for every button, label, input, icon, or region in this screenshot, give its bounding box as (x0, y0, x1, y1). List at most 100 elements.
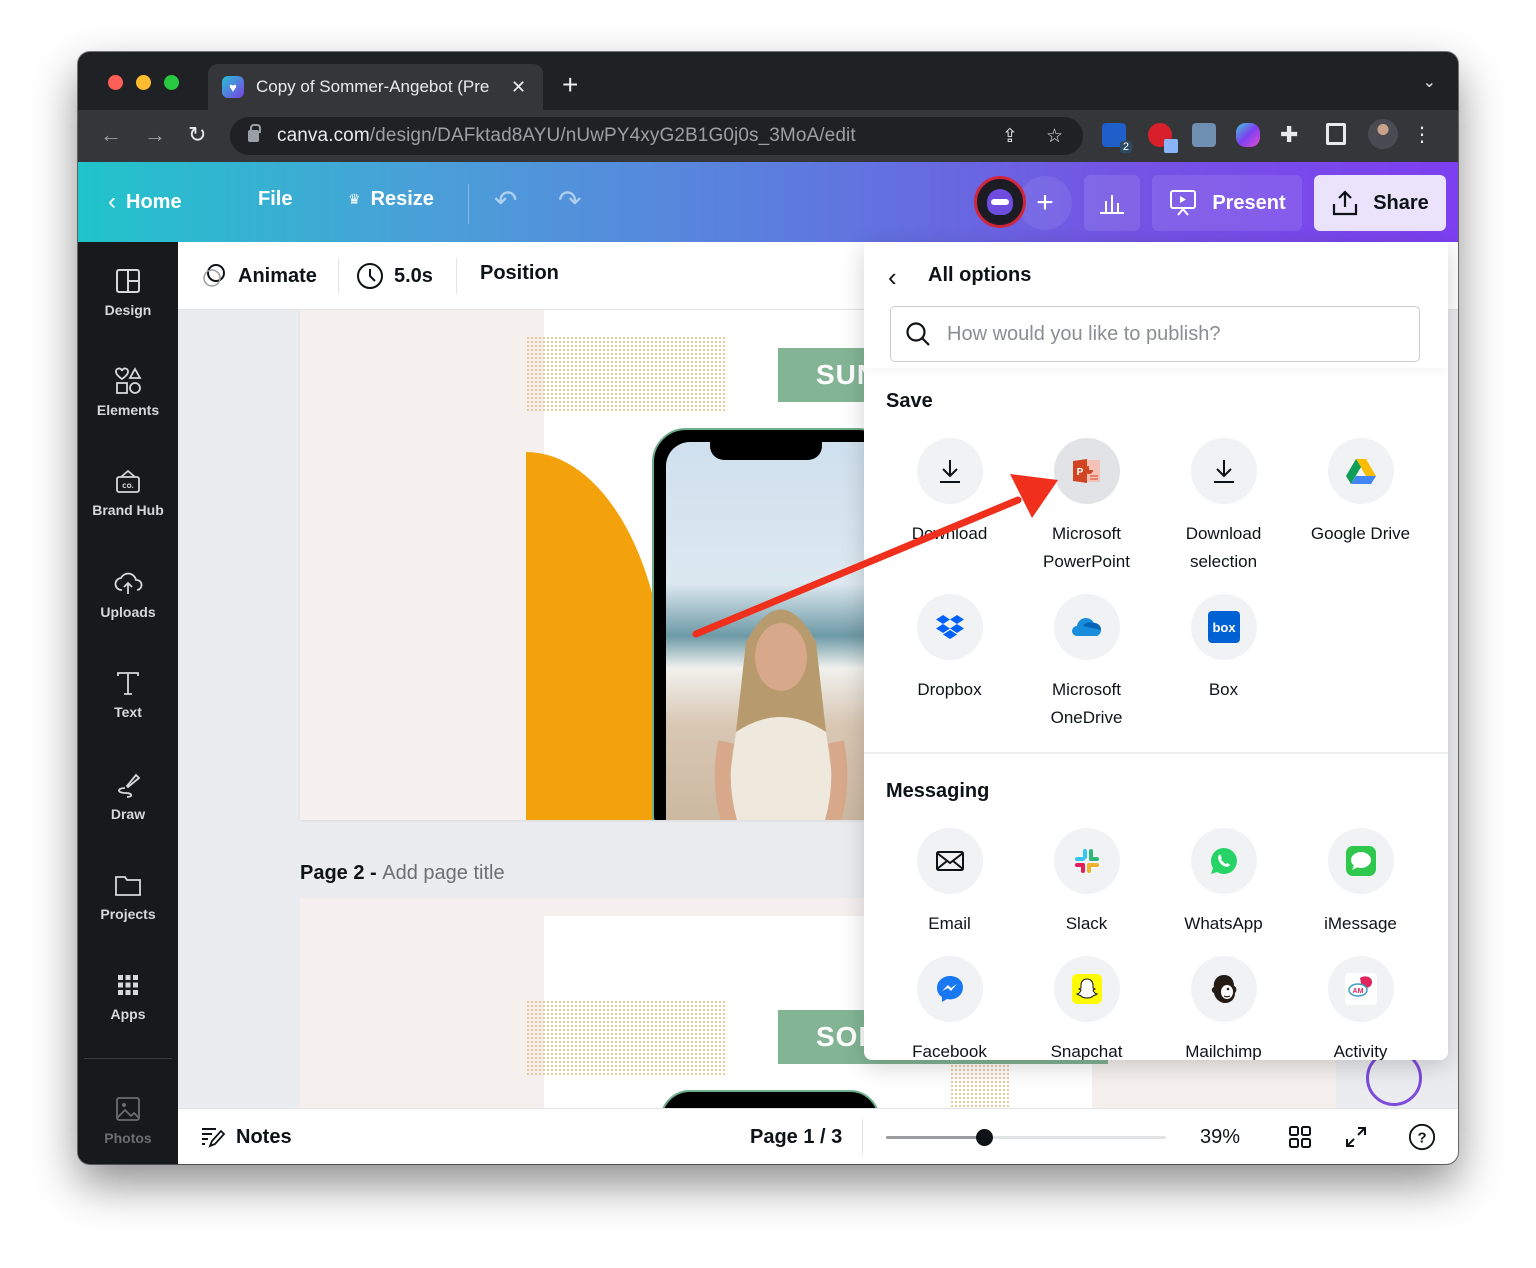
option-label: Activity (1333, 1042, 1388, 1060)
option-icon-wrap (916, 594, 983, 660)
resize-button[interactable]: ♛ Resize (348, 188, 434, 211)
reload-icon[interactable]: ↻ (188, 122, 206, 148)
panel-title[interactable]: All options (928, 264, 1031, 287)
expand-icon (1346, 1127, 1366, 1147)
page-2-title[interactable]: Page 2 - Add page title (300, 862, 505, 885)
option-label: Download selection (1185, 524, 1262, 571)
duration-button[interactable]: 5.0s (356, 262, 433, 290)
close-window-button[interactable] (108, 75, 123, 90)
svg-text:P: P (1076, 467, 1083, 478)
share-page-icon[interactable]: ⇪ (1002, 125, 1018, 148)
dot-pattern-decoration (526, 1000, 726, 1076)
grid-view-button[interactable] (1286, 1123, 1314, 1151)
maximize-window-button[interactable] (164, 75, 179, 90)
zoom-slider[interactable] (886, 1129, 1166, 1146)
add-collaborator-button[interactable]: + (1018, 176, 1072, 230)
bookmark-star-icon[interactable]: ☆ (1046, 125, 1063, 148)
option-label: Dropbox (917, 680, 982, 699)
user-avatar[interactable] (974, 176, 1026, 228)
animate-label: Animate (238, 264, 317, 287)
option-icon-wrap (1327, 438, 1394, 504)
position-button[interactable]: Position (480, 262, 559, 285)
option-imessage[interactable]: iMessage (1292, 828, 1429, 938)
wizard-avatar-icon (987, 189, 1013, 215)
duration-label: 5.0s (394, 264, 433, 287)
box-icon: box (1207, 611, 1240, 643)
redo-icon[interactable]: ↷ (558, 184, 581, 217)
left-sidebar: Design Elements CO. Brand Hub Uploads Te… (78, 242, 178, 1164)
share-label: Share (1373, 191, 1429, 214)
option-download-selection[interactable]: Download selection (1155, 438, 1292, 576)
browser-tab[interactable]: ♥ Copy of Sommer-Angebot (Pre ✕ (208, 64, 543, 110)
new-tab-button[interactable]: + (562, 70, 578, 100)
sidebar-item-photos[interactable]: Photos (78, 1094, 178, 1146)
back-arrow-icon[interactable]: ← (100, 122, 122, 148)
option-icon-wrap: AM (1327, 956, 1394, 1022)
sidebar-item-brand-hub[interactable]: CO. Brand Hub (78, 466, 178, 518)
publish-search-input[interactable] (947, 322, 1387, 346)
option-mailchimp[interactable]: Mailchimp (1155, 956, 1292, 1060)
share-button[interactable]: Share (1314, 175, 1446, 231)
sidebar-item-projects[interactable]: Projects (78, 870, 178, 922)
notes-button[interactable]: Notes (200, 1125, 292, 1149)
sidebar-item-uploads[interactable]: Uploads (78, 568, 178, 620)
option-microsoft-powerpoint[interactable]: P Microsoft PowerPoint (1018, 438, 1155, 576)
option-icon-wrap: P (1053, 438, 1120, 504)
browser-menu-icon[interactable]: ⋮ (1412, 122, 1432, 148)
option-label: Snapchat (1050, 1042, 1123, 1060)
profile-avatar[interactable] (1368, 119, 1398, 149)
option-label: Facebook (912, 1042, 987, 1060)
zoom-slider-handle[interactable] (976, 1129, 993, 1146)
adblock-extension-icon[interactable] (1148, 123, 1178, 153)
panel-header: ‹ All options (864, 242, 1448, 368)
option-whatsapp[interactable]: WhatsApp (1155, 828, 1292, 938)
add-page-title-placeholder[interactable]: Add page title (382, 862, 504, 884)
undo-icon[interactable]: ↶ (494, 184, 517, 217)
screenshot-extension-icon[interactable] (1192, 123, 1216, 147)
option-icon-wrap (916, 438, 983, 504)
canva-extension-icon[interactable] (1236, 123, 1260, 147)
option-google-drive[interactable]: Google Drive (1292, 438, 1429, 548)
grid-icon (118, 975, 138, 995)
back-chevron-icon[interactable]: ‹ (888, 264, 897, 290)
home-button[interactable]: ‹ Home (108, 188, 182, 216)
option-activity[interactable]: AM Activity (1292, 956, 1429, 1060)
present-button[interactable]: Present (1152, 175, 1302, 231)
extensions-puzzle-icon[interactable]: ✚ (1280, 122, 1298, 148)
option-snapchat[interactable]: Snapchat (1018, 956, 1155, 1060)
tab-search-chevron-icon[interactable]: ⌄ (1423, 72, 1436, 92)
zoom-percentage[interactable]: 39% (1200, 1126, 1240, 1149)
insights-button[interactable] (1084, 175, 1140, 231)
side-panel-icon[interactable] (1326, 123, 1346, 145)
page-indicator[interactable]: Page 1 / 3 (750, 1126, 842, 1149)
option-dropbox[interactable]: Dropbox (881, 594, 1018, 704)
sidebar-item-draw[interactable]: Draw (78, 770, 178, 822)
minimize-window-button[interactable] (136, 75, 151, 90)
bitwarden-extension-icon[interactable]: 2 (1102, 123, 1132, 153)
tab-close-icon[interactable]: ✕ (511, 77, 526, 98)
sidebar-label: Text (114, 704, 142, 720)
notes-label: Notes (236, 1125, 292, 1148)
publish-search-field[interactable] (890, 306, 1420, 362)
sidebar-label: Draw (110, 806, 146, 822)
option-box[interactable]: box Box (1155, 594, 1292, 704)
forward-arrow-icon[interactable]: → (144, 122, 166, 148)
sidebar-item-apps[interactable]: Apps (78, 970, 178, 1022)
address-bar[interactable]: canva.com/design/DAFktad8AYU/nUwPY4xyG2B… (230, 117, 1083, 155)
animate-button[interactable]: Animate (200, 262, 317, 290)
sidebar-item-elements[interactable]: Elements (78, 366, 178, 418)
option-microsoft-onedrive[interactable]: Microsoft OneDrive (1018, 594, 1155, 732)
file-menu-button[interactable]: File (258, 188, 292, 211)
clock-icon (357, 263, 383, 289)
option-facebook[interactable]: Facebook (881, 956, 1018, 1060)
option-email[interactable]: Email (881, 828, 1018, 938)
fullscreen-button[interactable] (1342, 1123, 1370, 1151)
option-slack[interactable]: Slack (1018, 828, 1155, 938)
help-button[interactable]: ? (1408, 1123, 1436, 1151)
sidebar-item-text[interactable]: Text (78, 668, 178, 720)
option-download[interactable]: Download (881, 438, 1018, 548)
phone-mockup-image[interactable] (652, 428, 892, 820)
toolbar-divider (456, 258, 457, 294)
sidebar-item-design[interactable]: Design (78, 266, 178, 318)
canva-header: ‹ Home File ♛ Resize ↶ ↷ + Present Share (78, 162, 1458, 242)
